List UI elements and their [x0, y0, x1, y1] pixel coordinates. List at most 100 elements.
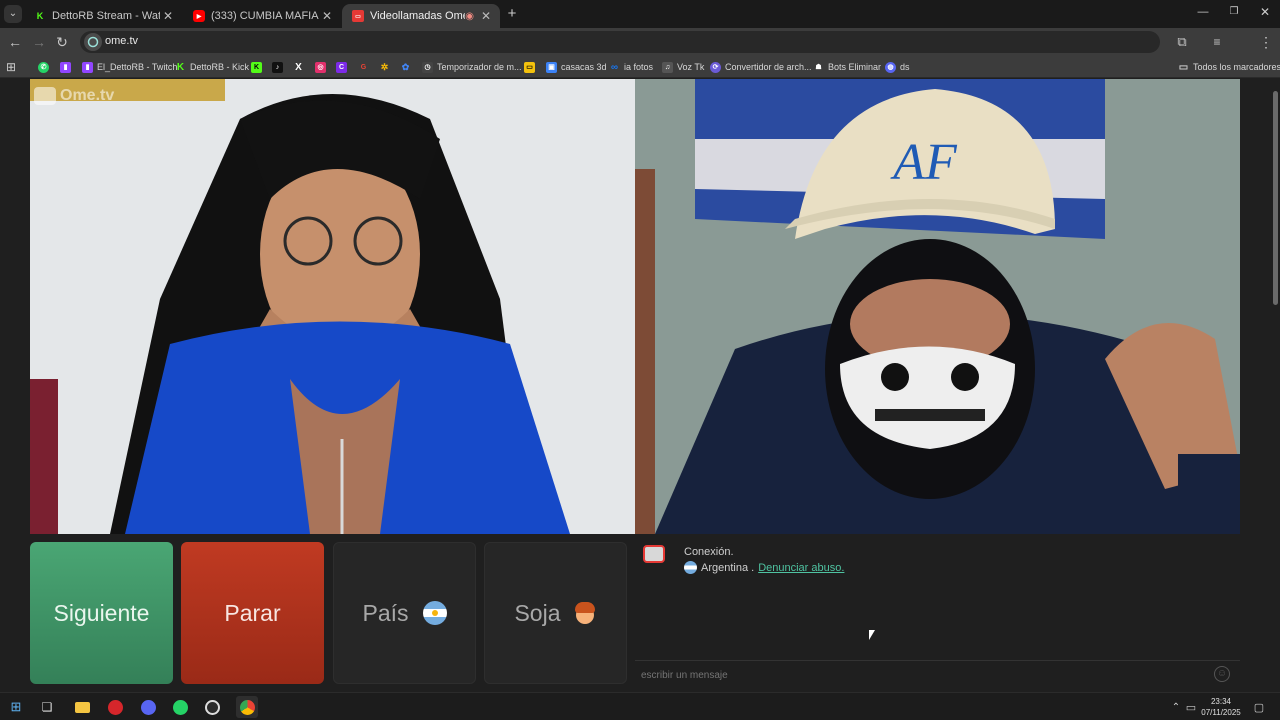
bookmark-whatsapp[interactable]: ✆	[38, 60, 53, 74]
all-bookmarks-label: Todos los marcadores	[1193, 62, 1280, 72]
discord-icon[interactable]	[139, 698, 157, 716]
whatsapp-icon[interactable]	[171, 698, 189, 716]
country-button[interactable]: País	[333, 542, 476, 684]
chat-input-row: ☺	[635, 660, 1240, 688]
remote-video-frame	[30, 79, 635, 534]
convert-icon: ⟳	[710, 61, 721, 73]
ometv-watermark: Ome.tv	[34, 87, 114, 105]
bookmark-label: DettoRB - Kick	[190, 62, 250, 72]
bookmark-label: ia fotos	[624, 62, 654, 72]
chat-country-line: Argentina . Denunciar abuso.	[684, 561, 844, 574]
site-info-icon[interactable]	[84, 33, 102, 51]
bookmark-twitch[interactable]: ▮	[60, 60, 75, 74]
notifications-icon[interactable]: ▢	[1250, 698, 1268, 716]
file-explorer-icon[interactable]	[73, 698, 91, 716]
bookmark-apps[interactable]: ✲	[379, 60, 394, 74]
minimize-button[interactable]: —	[1196, 6, 1210, 20]
address-bar[interactable]: ome.tv	[80, 31, 1160, 53]
tab-title: (333) CUMBIA MAFIA - NEGRO	[211, 10, 319, 22]
task-view-icon[interactable]: ❏	[38, 698, 56, 716]
google-icon: G	[360, 63, 367, 71]
bookmark-label: Temporizador de m...	[437, 62, 522, 72]
clock[interactable]: 23:34 07/11/2025	[1198, 696, 1244, 718]
whatsapp-icon: ✆	[38, 61, 49, 73]
apps-grid-icon[interactable]: ⊞	[6, 60, 16, 74]
obs-icon[interactable]	[203, 698, 221, 716]
url-text: ome.tv	[105, 35, 139, 47]
bookmark-label: Convertidor de arch...	[725, 62, 812, 72]
ometv-icon: ▭	[352, 10, 364, 22]
canva-icon: C	[336, 61, 347, 73]
next-button[interactable]: Siguiente	[30, 542, 173, 684]
kick-icon: K	[36, 11, 44, 21]
bookmark-google[interactable]: G	[358, 60, 373, 74]
svg-text:AF: AF	[890, 134, 958, 191]
chat-status-line: Conexión.	[684, 546, 734, 558]
bookmark-label: Bots Eliminar	[828, 62, 882, 72]
bookmark-instagram[interactable]: ◎	[315, 60, 330, 74]
bookmark-kick[interactable]: K	[251, 60, 266, 74]
gender-button[interactable]: Soja	[484, 542, 627, 684]
tiktok-icon: ♪	[272, 61, 283, 73]
chat-status-text: Conexión.	[684, 546, 734, 558]
bookmark-voz-tk[interactable]: ♫ Voz Tk	[662, 60, 704, 74]
close-icon[interactable]: ✕	[478, 9, 494, 23]
bookmark-ds[interactable]: ◍ ds	[885, 60, 910, 74]
gender-button-label: Soja	[514, 599, 561, 626]
bookmark-dettorb-kick[interactable]: K DettoRB - Kick	[175, 60, 249, 74]
chrome-icon[interactable]	[236, 696, 258, 718]
taskbar: ⊞ ❏ ⌃ ▭ 23:34 07/11/2025 ▢	[0, 692, 1280, 720]
discord-icon: ◍	[885, 61, 896, 73]
emoji-icon[interactable]: ☺	[1214, 666, 1230, 682]
voice-icon: ♫	[662, 61, 673, 73]
tab-dettorb-stream[interactable]: K DettoRB Stream - Watch Live o ✕	[24, 4, 182, 28]
tab-strip: ⌄ K DettoRB Stream - Watch Live o ✕ ▶ (3…	[0, 0, 1280, 28]
bookmark-canva[interactable]: C	[336, 60, 351, 74]
bookmark-label: ds	[900, 62, 910, 72]
bookmark-casacas-3d[interactable]: ▣ casacas 3d	[546, 60, 607, 74]
scrollbar-thumb[interactable]	[1273, 91, 1278, 305]
bot-icon: ☗	[815, 64, 822, 71]
bookmark-folder[interactable]: ▭	[524, 60, 539, 74]
windows-start-icon[interactable]: ⊞	[7, 698, 25, 716]
tab-search-button[interactable]: ⌄	[4, 5, 22, 23]
bookmark-ia-fotos[interactable]: ∞ ia fotos	[609, 60, 653, 74]
tab-ometv[interactable]: ▭ Videollamadas OmeTV — A ◉ ✕	[342, 4, 500, 28]
bookmark-temporizador[interactable]: ◷ Temporizador de m...	[422, 60, 522, 74]
chat-message-input[interactable]	[641, 667, 1201, 683]
meta-icon: ∞	[610, 61, 619, 73]
stop-button-label: Parar	[224, 599, 281, 626]
close-icon[interactable]: ✕	[160, 9, 176, 23]
bookmark-el-dettorb-twitch[interactable]: ▮ El_DettoRB - Twitch	[82, 60, 177, 74]
bookmark-bots-eliminar[interactable]: ☗ Bots Eliminar	[813, 60, 881, 74]
bookmark-convertidor[interactable]: ⟳ Convertidor de arch...	[710, 60, 812, 74]
all-bookmarks[interactable]: ▭ Todos los marcadores	[1178, 60, 1280, 74]
ometv-chat-logo-icon	[643, 545, 665, 563]
page-scrollbar[interactable]	[1270, 79, 1280, 692]
clock-date: 07/11/2025	[1201, 708, 1241, 717]
kick-icon: K	[251, 61, 262, 73]
bookmark-tiktok[interactable]: ♪	[272, 60, 287, 74]
report-abuse-link[interactable]: Denunciar abuso.	[758, 562, 844, 574]
remote-video: Ome.tv	[30, 79, 635, 534]
bookmark-x[interactable]: X	[293, 60, 308, 74]
new-tab-button[interactable]: +	[504, 6, 520, 22]
close-window-button[interactable]: ✕	[1258, 5, 1272, 19]
app-red-icon[interactable]	[106, 698, 124, 716]
close-icon[interactable]: ✕	[319, 9, 335, 23]
ometv-logo-icon	[34, 87, 56, 105]
stop-button[interactable]: Parar	[181, 542, 324, 684]
bookmark-label: Voz Tk	[677, 62, 705, 72]
bookmark-colorful[interactable]: ✿	[400, 60, 415, 74]
argentina-flag-icon	[684, 561, 697, 574]
restore-button[interactable]: ❐	[1227, 6, 1241, 20]
apps-icon: ✿	[401, 61, 410, 72]
extensions-icon[interactable]: ⧉	[1174, 34, 1190, 50]
media-icon[interactable]: ≡	[1209, 34, 1225, 50]
forward-icon[interactable]: →	[31, 34, 47, 50]
menu-icon[interactable]: ⋮	[1258, 34, 1274, 50]
back-icon[interactable]: ←	[7, 34, 23, 50]
reload-icon[interactable]: ↻	[54, 34, 70, 50]
tab-cumbia-mafia[interactable]: ▶ (333) CUMBIA MAFIA - NEGRO ✕	[183, 4, 341, 28]
youtube-icon: ▶	[193, 10, 205, 22]
